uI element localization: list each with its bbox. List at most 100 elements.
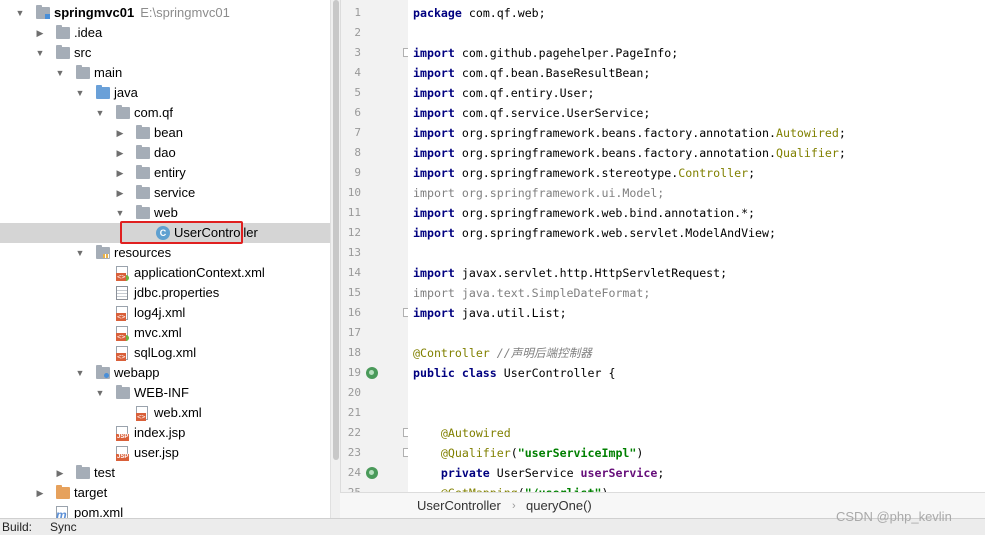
code-token: ; xyxy=(748,166,756,180)
tree-item-resources[interactable]: ▼ resources xyxy=(0,243,330,263)
tree-item-jdbc-properties[interactable]: jdbc.properties xyxy=(0,283,330,303)
code-token: package xyxy=(413,6,462,20)
code-token: //声明后端控制器 xyxy=(496,346,592,360)
code-token: ; xyxy=(838,146,846,160)
chevron-right-icon[interactable]: ▶ xyxy=(114,123,126,143)
chevron-right-icon[interactable]: ▶ xyxy=(114,143,126,163)
tree-item-java[interactable]: ▼ java xyxy=(0,83,330,103)
tree-item-test[interactable]: ▶ test xyxy=(0,463,330,483)
tree-item-user-jsp[interactable]: user.jsp xyxy=(0,443,330,463)
chevron-right-icon[interactable]: ▶ xyxy=(114,163,126,183)
line-number: 2 xyxy=(354,26,361,39)
tree-item-label: pom.xml xyxy=(74,505,124,518)
code-token: com.github.pagehelper.PageInfo; xyxy=(454,46,679,60)
tree-item-springmvc01[interactable]: ▼ springmvc01 E:\springmvc01 xyxy=(0,3,330,23)
line-number: 20 xyxy=(347,386,361,399)
xml-file-icon xyxy=(116,346,128,361)
code-token: org.springframework.stereotype. xyxy=(454,166,679,180)
code-line: import com.github.pagehelper.PageInfo; xyxy=(413,43,678,63)
code-line: import org.springframework.stereotype.Co… xyxy=(413,163,755,183)
chevron-down-icon[interactable]: ▼ xyxy=(14,3,26,23)
tree-item-label: index.jsp xyxy=(134,425,186,440)
code-token: org.springframework.beans.factory.annota… xyxy=(454,126,776,140)
tree-item-sqllog-xml[interactable]: sqlLog.xml xyxy=(0,343,330,363)
code-line: public class UserController { xyxy=(413,363,615,383)
chevron-down-icon[interactable]: ▼ xyxy=(74,243,86,263)
spring-bean-icon[interactable] xyxy=(366,467,378,479)
tree-item-webapp[interactable]: ▼ webapp xyxy=(0,363,330,383)
code-line: import com.qf.bean.BaseResultBean; xyxy=(413,63,650,83)
code-token: UserService xyxy=(489,466,581,480)
xml-file-icon xyxy=(116,306,128,321)
tree-item-idea[interactable]: ▶ .idea xyxy=(0,23,330,43)
line-number: 7 xyxy=(354,126,361,139)
code-token: import xyxy=(413,166,455,180)
tree-item-web[interactable]: ▼ web xyxy=(0,203,330,223)
code-editor[interactable]: package com.qf.web; import com.github.pag… xyxy=(408,0,985,492)
line-number: 12 xyxy=(347,226,361,239)
tree-item-label: mvc.xml xyxy=(134,325,182,340)
line-number: 11 xyxy=(347,206,361,219)
package-icon xyxy=(136,145,150,159)
chevron-down-icon[interactable]: ▼ xyxy=(94,383,106,403)
tree-item-main[interactable]: ▼ main xyxy=(0,63,330,83)
code-token: com.qf.service.UserService; xyxy=(454,106,651,120)
line-number: 10 xyxy=(347,186,361,199)
tree-item-web-inf[interactable]: ▼ WEB-INF xyxy=(0,383,330,403)
chevron-right-icon[interactable]: ▶ xyxy=(54,463,66,483)
tree-item-dao[interactable]: ▶ dao xyxy=(0,143,330,163)
folder-icon xyxy=(56,45,70,59)
tree-item-label: web.xml xyxy=(154,405,202,420)
line-number: 23 xyxy=(347,446,361,459)
breadcrumb-separator: › xyxy=(512,500,516,512)
editor-gutter: 1234567891011121314151617181920212223242… xyxy=(340,0,408,492)
folder-icon xyxy=(76,65,90,79)
tree-item-index-jsp[interactable]: index.jsp xyxy=(0,423,330,443)
tree-item-label: user.jsp xyxy=(134,445,179,460)
line-number: 16 xyxy=(347,306,361,319)
code-token: userService xyxy=(580,466,658,480)
chevron-down-icon[interactable]: ▼ xyxy=(54,63,66,83)
package-icon xyxy=(136,125,150,139)
chevron-down-icon[interactable]: ▼ xyxy=(94,103,106,123)
web-folder-icon xyxy=(96,365,110,379)
code-line: import org.springframework.beans.factory… xyxy=(413,143,846,163)
tree-item-pom-xml[interactable]: pom.xml xyxy=(0,503,330,518)
tree-scrollbar-thumb[interactable] xyxy=(333,0,339,460)
tree-item-src[interactable]: ▼ src xyxy=(0,43,330,63)
chevron-right-icon[interactable]: ▶ xyxy=(34,23,46,43)
line-number: 24 xyxy=(347,466,361,479)
tree-item-log4j-xml[interactable]: log4j.xml xyxy=(0,303,330,323)
tree-item-applicationcontext-xml[interactable]: applicationContext.xml xyxy=(0,263,330,283)
code-token: @Controller xyxy=(413,346,490,360)
tree-item-com-qf[interactable]: ▼ com.qf xyxy=(0,103,330,123)
code-token: org.springframework.beans.factory.annota… xyxy=(454,146,776,160)
chevron-right-icon[interactable]: ▶ xyxy=(34,483,46,503)
line-number: 15 xyxy=(347,286,361,299)
chevron-down-icon[interactable]: ▼ xyxy=(74,83,86,103)
tree-item-web-xml[interactable]: web.xml xyxy=(0,403,330,423)
tree-scrollbar[interactable] xyxy=(330,0,340,518)
code-token: import xyxy=(413,266,455,280)
breadcrumb-method[interactable]: queryOne() xyxy=(526,493,592,519)
tree-item-label: java xyxy=(114,85,138,100)
code-line: @Controller //声明后端控制器 xyxy=(413,343,592,363)
code-token: com.qf.entiry.User; xyxy=(454,86,595,100)
tree-item-service[interactable]: ▶ service xyxy=(0,183,330,203)
tree-item-label: webapp xyxy=(114,365,160,380)
tree-item-target[interactable]: ▶ target xyxy=(0,483,330,503)
package-icon xyxy=(136,165,150,179)
sync-tab[interactable]: Sync xyxy=(50,519,77,535)
tree-item-mvc-xml[interactable]: mvc.xml xyxy=(0,323,330,343)
breadcrumb-class[interactable]: UserController xyxy=(417,493,501,519)
chevron-down-icon[interactable]: ▼ xyxy=(114,203,126,223)
chevron-down-icon[interactable]: ▼ xyxy=(34,43,46,63)
line-number: 19 xyxy=(347,366,361,379)
chevron-down-icon[interactable]: ▼ xyxy=(74,363,86,383)
tree-item-entiry[interactable]: ▶ entiry xyxy=(0,163,330,183)
tree-item-bean[interactable]: ▶ bean xyxy=(0,123,330,143)
spring-bean-icon[interactable] xyxy=(366,367,378,379)
line-number: 17 xyxy=(347,326,361,339)
chevron-right-icon[interactable]: ▶ xyxy=(114,183,126,203)
code-token: Autowired xyxy=(775,126,839,140)
